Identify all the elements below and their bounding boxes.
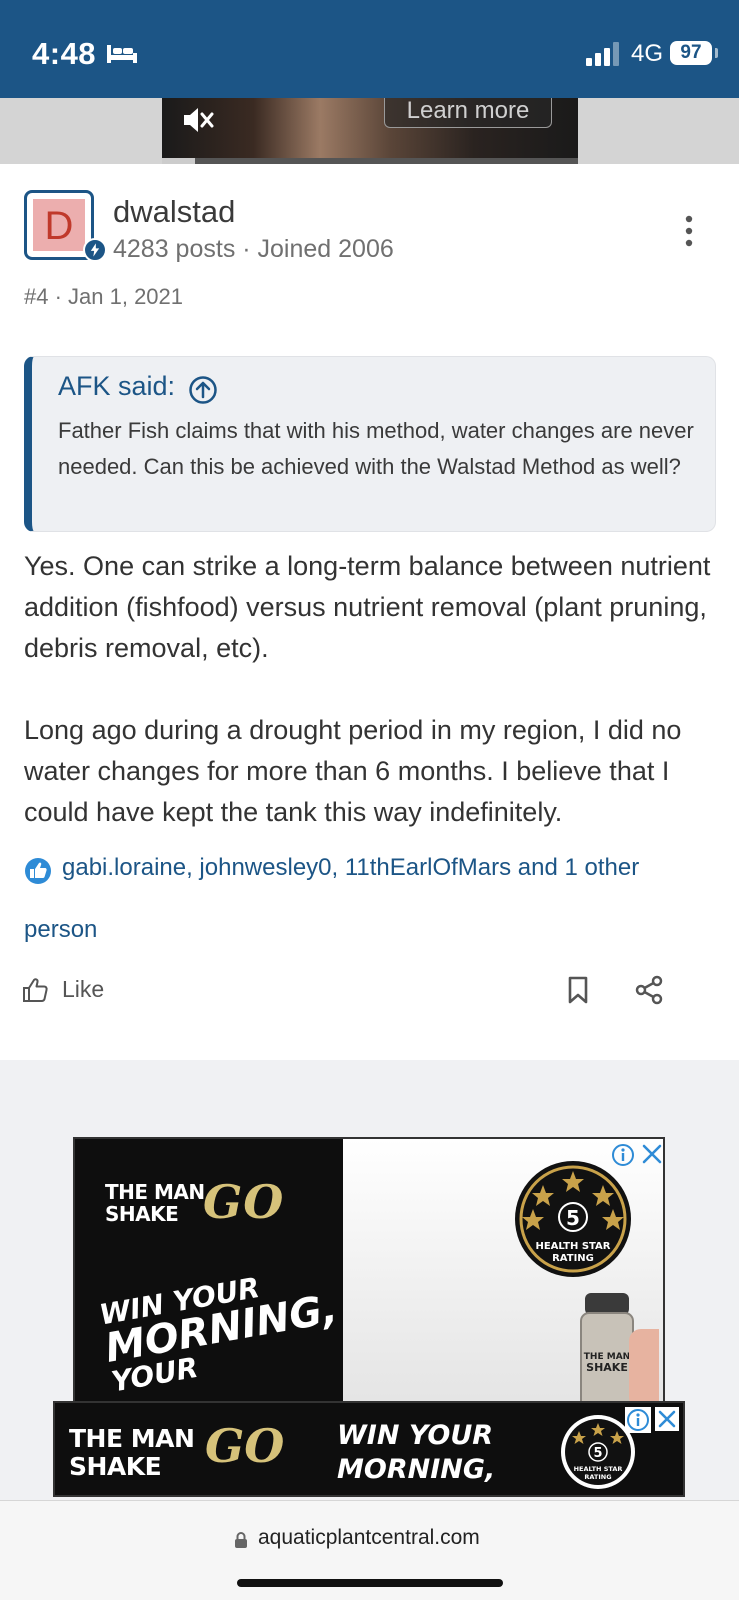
bookmark-icon[interactable] [566, 976, 590, 1004]
hand-image [629, 1329, 659, 1405]
forum-post: D dwalstad 4283 posts · Joined 2006 #4 ·… [0, 164, 739, 1060]
sticky-ad-brand-go: GO [205, 1419, 285, 1473]
ad-brand-name: THE MAN SHAKE [105, 1181, 205, 1225]
battery-indicator: 97 [670, 41, 712, 65]
ad-brand-line: SHAKE [105, 1202, 179, 1226]
learn-more-button[interactable]: Learn more [384, 98, 552, 128]
status-bar: 4:48 4G 97 [0, 0, 739, 98]
more-options-icon[interactable] [680, 214, 698, 248]
like-button[interactable]: Like [22, 972, 122, 1008]
sleep-focus-icon [107, 45, 137, 63]
sticky-ad-brand-line: THE MAN [69, 1424, 195, 1453]
muted-speaker-icon[interactable] [180, 103, 214, 137]
sticky-ad-close-icon[interactable] [655, 1407, 679, 1431]
username[interactable]: dwalstad [113, 194, 235, 230]
quote-block: AFK said: Father Fish claims that with h… [24, 356, 716, 532]
post-number-date[interactable]: #4 · Jan 1, 2021 [24, 284, 183, 310]
url-text[interactable]: aquaticplantcentral.com [258, 1526, 480, 1550]
like-label: Like [62, 976, 105, 1002]
ad-brand-line: THE MAN [105, 1180, 205, 1204]
share-icon[interactable] [634, 975, 664, 1005]
battery-nub [715, 48, 718, 58]
ad-info-icon[interactable] [611, 1143, 635, 1167]
avatar[interactable]: D [24, 190, 107, 262]
likes-list-continued[interactable]: person [24, 916, 97, 944]
lock-icon [235, 1532, 247, 1548]
lightning-badge-icon [83, 238, 107, 262]
thumbs-up-badge-icon [25, 858, 51, 884]
sticky-advertisement[interactable]: THE MAN SHAKE GO WIN YOUR MORNING, 5 HEA… [53, 1401, 685, 1497]
browser-address-bar[interactable]: aquaticplantcentral.com [0, 1500, 739, 1600]
home-indicator[interactable] [237, 1579, 503, 1587]
top-video-ad[interactable]: Learn more [162, 98, 578, 164]
quote-author[interactable]: AFK said: [58, 371, 175, 402]
sticky-rating-label: HEALTH STAR [574, 1465, 623, 1473]
user-meta: 4283 posts · Joined 2006 [113, 235, 394, 263]
thumbs-up-icon [23, 978, 48, 1002]
ad-right-panel: 5 HEALTH STAR RATING THE MAN SHAKE [343, 1139, 663, 1405]
cellular-signal-icon [586, 42, 619, 66]
ad-brand-go: GO [203, 1175, 285, 1229]
shaker-label: SHAKE [586, 1361, 628, 1374]
sticky-ad-brand-line: SHAKE [69, 1452, 162, 1481]
rating-label: HEALTH STAR [535, 1241, 610, 1252]
sticky-ad-slogan: WIN YOUR MORNING, [337, 1419, 495, 1487]
post-paragraph: Yes. One can strike a long-term balance … [24, 551, 711, 663]
sticky-ad-slogan-line: MORNING, [337, 1454, 496, 1485]
sticky-ad-info-icon[interactable] [625, 1407, 651, 1433]
quote-text: Father Fish claims that with his method,… [58, 418, 694, 479]
ad-close-icon[interactable] [641, 1143, 663, 1165]
avatar-letter: D [33, 199, 85, 251]
likes-list[interactable]: gabi.loraine, johnwesley0, 11thEarlOfMar… [62, 854, 639, 882]
advertisement-banner[interactable]: THE MAN SHAKE GO WIN YOUR MORNING, YOUR … [73, 1137, 665, 1407]
sticky-ad-brand-name: THE MAN SHAKE [69, 1424, 195, 1481]
arrow-up-circle-icon[interactable] [188, 375, 218, 405]
rating-label: RATING [552, 1253, 594, 1264]
network-type: 4G [631, 40, 664, 67]
sticky-ad-slogan-line: WIN YOUR [337, 1420, 494, 1451]
status-time: 4:48 [32, 36, 97, 71]
health-star-rating-badge: 5 HEALTH STAR RATING [515, 1161, 631, 1277]
ad-left-panel: THE MAN SHAKE GO WIN YOUR MORNING, YOUR [75, 1139, 346, 1405]
ad-slogan: WIN YOUR MORNING, YOUR [97, 1258, 346, 1399]
rating-value: 5 [566, 1206, 580, 1230]
sticky-rating-label: RATING [584, 1473, 611, 1481]
post-paragraph: Long ago during a drought period in my r… [24, 715, 682, 827]
post-body: Yes. One can strike a long-term balance … [24, 546, 724, 833]
sticky-rating-value: 5 [593, 1446, 602, 1461]
